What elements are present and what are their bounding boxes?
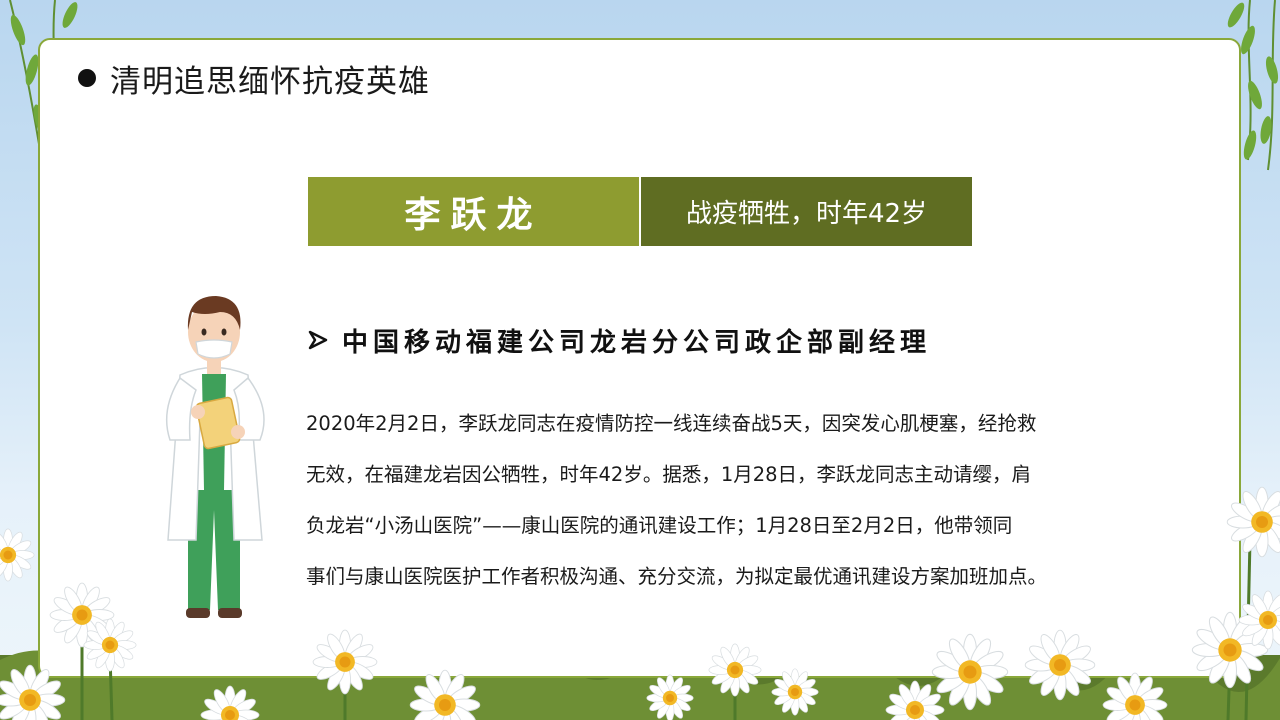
headline-text: 清明追思缅怀抗疫英雄 (110, 63, 430, 100)
story-paragraph: 2020年2月2日，李跃龙同志在疫情防控一线连续奋战5天，因突发心肌梗塞，经抢救… (306, 398, 1126, 602)
paragraph-line: 无效，在福建龙岩因公牺牲，时年42岁。据悉，1月28日，李跃龙同志主动请缨，肩 (306, 463, 1032, 486)
name-banner: 李跃龙 战疫牺牲，时年42岁 (308, 177, 972, 246)
bullet-dot-icon (78, 69, 96, 87)
position-title-text: 中国移动福建公司龙岩分公司政企部副经理 (342, 327, 932, 358)
position-title: 中国移动福建公司龙岩分公司政企部副经理 (306, 320, 931, 360)
hero-note: 战疫牺牲，时年42岁 (641, 177, 972, 246)
paragraph-line: 负龙岩“小汤山医院”——康山医院的通讯建设工作；1月28日至2月2日，他带领同 (306, 514, 1013, 537)
paragraph-line: 事们与康山医院医护工作者积极沟通、充分交流，为拟定最优通讯建设方案加班加点。 (306, 565, 1048, 588)
arrow-bullet-icon (308, 330, 328, 350)
slide-headline: 清明追思缅怀抗疫英雄 (78, 56, 430, 100)
paragraph-line: 2020年2月2日，李跃龙同志在疫情防控一线连续奋战5天，因突发心肌梗塞，经抢救 (306, 412, 1037, 435)
doctor-illustration (165, 296, 265, 618)
hero-name: 李跃龙 (308, 177, 639, 246)
